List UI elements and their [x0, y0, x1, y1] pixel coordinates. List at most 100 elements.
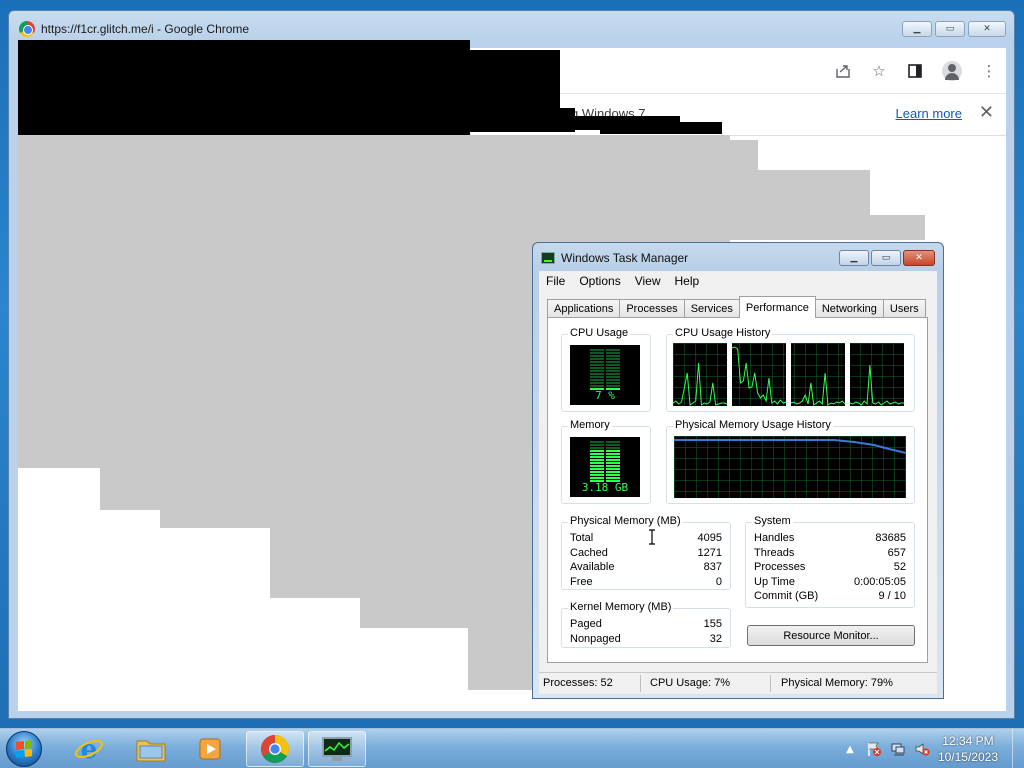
meter-segment [606, 456, 620, 458]
tab-networking[interactable]: Networking [814, 299, 884, 318]
stat-row: Available 837 [570, 561, 722, 573]
resource-monitor-button[interactable]: Resource Monitor... [747, 625, 915, 646]
meter-segment [606, 364, 620, 366]
tab-processes[interactable]: Processes [619, 299, 685, 318]
meter-segment [590, 453, 604, 455]
stat-row: Handles 83685 [754, 532, 906, 544]
taskbar-task-manager[interactable] [308, 731, 366, 767]
stat-row: Processes 52 [754, 561, 906, 573]
minimize-button[interactable]: ▁ [902, 21, 932, 37]
meter-segment [590, 459, 604, 461]
meter-segment [606, 444, 620, 446]
memory-meter: 3.18 GB [570, 437, 640, 497]
show-hidden-icons-icon[interactable]: ▲ [842, 741, 858, 757]
show-desktop-button[interactable] [1012, 729, 1024, 768]
meter-segment [590, 367, 604, 369]
meter-segment [606, 474, 620, 476]
meter-segment [606, 441, 620, 443]
meter-segment [590, 385, 604, 387]
meter-segment [606, 450, 620, 452]
tm-minimize-button[interactable]: ▁ [839, 250, 869, 266]
unrendered-page-area [160, 510, 532, 528]
stat-row: Threads 657 [754, 547, 906, 559]
stat-row: Commit (GB) 9 / 10 [754, 590, 906, 602]
meter-segment [606, 355, 620, 357]
tab-applications[interactable]: Applications [547, 299, 621, 318]
taskbar-chrome[interactable] [246, 731, 304, 767]
task-manager-window: Windows Task Manager ▁ ▭ ✕ File Options … [532, 242, 944, 699]
unrendered-page-area [100, 468, 532, 510]
meter-segment [590, 450, 604, 452]
menu-view[interactable]: View [635, 274, 661, 288]
meter-segment [590, 465, 604, 467]
memory-history-group: Physical Memory Usage History [666, 419, 915, 504]
tab-users[interactable]: Users [882, 299, 926, 318]
meter-segment [606, 367, 620, 369]
taskbar: e ▲ 12:34 PM 10/15/2023 [0, 728, 1024, 768]
meter-segment [590, 373, 604, 375]
tab-strip: Applications Processes Services Performa… [547, 296, 926, 318]
meter-segment [590, 361, 604, 363]
system-label: System [752, 515, 793, 527]
network-icon[interactable] [890, 741, 906, 757]
menu-help[interactable]: Help [675, 274, 700, 288]
taskbar-windows-explorer[interactable] [122, 731, 180, 767]
cpu-history-grid [850, 343, 904, 406]
chrome-window-title: https://f1cr.glitch.me/i - Google Chrome [41, 22, 250, 36]
clock[interactable]: 12:34 PM 10/15/2023 [938, 733, 998, 765]
meter-segment [606, 352, 620, 354]
windows-logo-icon [16, 740, 32, 758]
profile-avatar-icon[interactable] [942, 61, 962, 81]
meter-segment [590, 447, 604, 449]
volume-muted-icon[interactable] [914, 741, 930, 757]
cpu-history-grid [673, 343, 727, 406]
system-group: System Handles 83685 Threads 657 Processes… [745, 515, 915, 608]
meter-segment [590, 444, 604, 446]
meter-segment [606, 471, 620, 473]
share-icon[interactable] [834, 62, 852, 80]
meter-segment [590, 382, 604, 384]
memory-history-graph [674, 436, 906, 498]
memory-group: Memory 3.18 GB [561, 419, 651, 504]
task-manager-titlebar[interactable]: Windows Task Manager ▁ ▭ ✕ [533, 243, 943, 273]
menu-options[interactable]: Options [579, 274, 620, 288]
status-bar: Processes: 52 CPU Usage: 7% Physical Mem… [539, 672, 937, 694]
taskbar-internet-explorer[interactable]: e [60, 731, 118, 767]
tab-performance[interactable]: Performance [738, 296, 816, 318]
meter-segment [606, 468, 620, 470]
taskbar-media-player[interactable] [182, 731, 240, 767]
meter-segment [590, 456, 604, 458]
start-button[interactable] [6, 731, 42, 767]
task-manager-icon [322, 737, 352, 761]
meter-segment [606, 385, 620, 387]
cpu-usage-label: CPU Usage [568, 327, 631, 339]
maximize-button[interactable]: ▭ [935, 21, 965, 37]
tm-maximize-button[interactable]: ▭ [871, 250, 901, 266]
status-memory: Physical Memory: 79% [781, 677, 893, 689]
menu-kebab-icon[interactable]: ⋮ [980, 62, 998, 80]
learn-more-link[interactable]: Learn more [896, 106, 962, 121]
meter-segment [590, 379, 604, 381]
chrome-icon [261, 735, 289, 763]
cpu-history-grid [791, 343, 845, 406]
menu-bar: File Options View Help [539, 271, 937, 291]
tab-services[interactable]: Services [683, 299, 740, 318]
meter-segment [606, 361, 620, 363]
close-button[interactable]: ✕ [968, 21, 1006, 37]
menu-file[interactable]: File [546, 274, 565, 288]
meter-segment [590, 352, 604, 354]
task-manager-title: Windows Task Manager [561, 251, 689, 265]
infobar-close-icon[interactable]: ✕ [979, 102, 994, 123]
physical-memory-label: Physical Memory (MB) [568, 515, 683, 527]
stat-row: Free 0 [570, 576, 722, 588]
meter-segment [590, 471, 604, 473]
meter-segment [590, 370, 604, 372]
side-panel-icon[interactable] [906, 62, 924, 80]
bookmark-star-icon[interactable]: ☆ [870, 62, 888, 80]
action-center-flag-icon[interactable] [866, 741, 882, 757]
tm-close-button[interactable]: ✕ [903, 250, 935, 266]
meter-segment [590, 376, 604, 378]
stat-row: Cached 1271 [570, 547, 722, 559]
meter-segment [606, 465, 620, 467]
unrendered-page-area [730, 140, 758, 240]
